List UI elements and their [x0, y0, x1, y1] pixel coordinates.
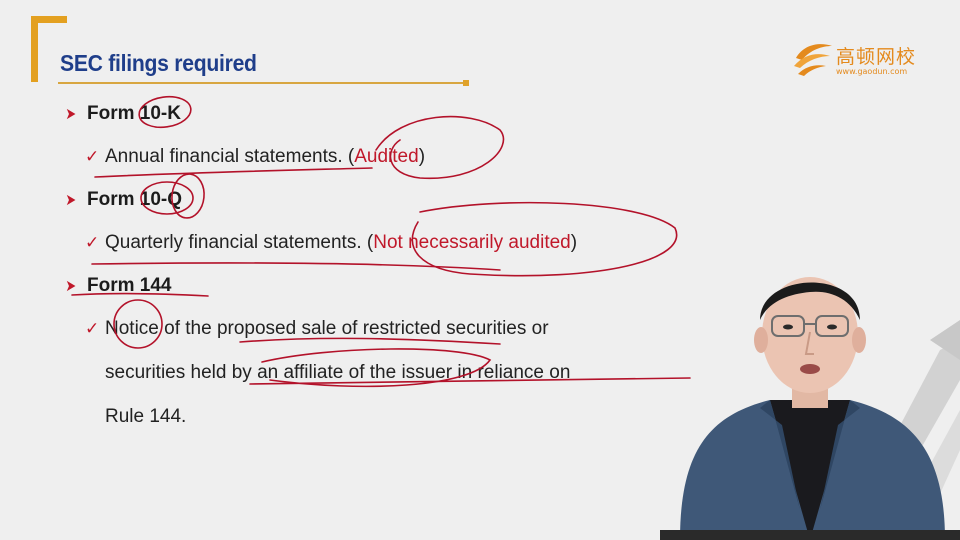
sub-bullet-quarterly: ✓ Quarterly financial statements. (Not ne… — [85, 231, 577, 255]
bullet-form-144: ➤ Form 144 — [63, 274, 171, 299]
bullet-description-line: Notice of the proposed sale of restricte… — [105, 318, 549, 339]
checkmark-icon: ✓ — [85, 233, 100, 252]
presenter-video — [660, 277, 960, 540]
bullet-description-line: Rule 144. — [105, 406, 187, 427]
form-label: Form 10-Q — [87, 189, 183, 210]
form-label: Form 10-K — [87, 103, 181, 124]
paren-close: ) — [570, 232, 578, 253]
form-label: Form 144 — [87, 275, 172, 296]
checkmark-icon: ✓ — [85, 319, 100, 338]
bullet-description: Quarterly financial statements. — [105, 232, 362, 253]
title-underline — [58, 80, 469, 86]
highlight-not-audited: Not necessarily audited — [373, 232, 571, 253]
logo-swoosh-icon — [794, 44, 832, 76]
sub-bullet-annual: ✓ Annual financial statements. (Audited) — [85, 145, 425, 169]
arrowhead-right-icon: ➤ — [65, 278, 77, 295]
arrowhead-right-icon: ➤ — [65, 192, 77, 209]
highlight-audited: Audited — [354, 146, 419, 167]
bullet-description-line: securities held by an affiliate of the i… — [105, 362, 571, 383]
logo-url: www.gaodun.com — [836, 67, 908, 76]
gaodun-logo: 高顿网校 www.gaodun.com — [792, 38, 922, 82]
sub-bullet-notice: ✓ Notice of the proposed sale of restrict… — [85, 317, 549, 341]
bullet-description: Annual financial statements. — [105, 146, 343, 167]
bullet-form-10k: ➤ Form 10-K — [63, 102, 181, 127]
logo-name: 高顿网校 — [836, 46, 917, 68]
slide-title: SEC filings required — [60, 50, 257, 76]
paren-close: ) — [418, 146, 426, 167]
checkmark-icon: ✓ — [85, 147, 100, 166]
bullet-form-10q: ➤ Form 10-Q — [63, 188, 182, 213]
arrowhead-right-icon: ➤ — [65, 106, 77, 123]
